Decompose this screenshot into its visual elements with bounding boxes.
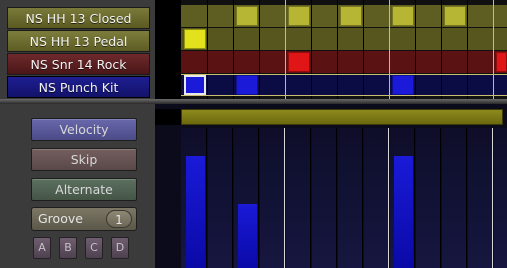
velocity-button[interactable]: Velocity	[31, 118, 137, 141]
velocity-column[interactable]	[338, 128, 363, 268]
velocity-bar[interactable]	[238, 204, 257, 268]
row-hh-pedal	[181, 28, 507, 50]
row-snare	[181, 51, 507, 73]
velocity-column[interactable]	[208, 128, 233, 268]
velocity-editor	[155, 104, 507, 268]
step-cell[interactable]	[236, 6, 258, 26]
step-cell[interactable]	[184, 29, 206, 49]
track-name-hh-pedal[interactable]: NS HH 13 Pedal	[7, 30, 150, 52]
groove-label: Groove	[38, 211, 83, 226]
pattern-c-button[interactable]: C	[85, 237, 103, 259]
velocity-column[interactable]	[442, 128, 467, 268]
velocity-column[interactable]	[364, 128, 389, 268]
step-cell[interactable]	[392, 6, 414, 26]
velocity-column[interactable]	[286, 128, 311, 268]
velocity-column[interactable]	[416, 128, 441, 268]
velocity-column[interactable]	[494, 128, 507, 268]
pattern-a-button[interactable]: A	[33, 237, 51, 259]
step-cell[interactable]	[288, 52, 310, 72]
track-name-punch-kit[interactable]: NS Punch Kit	[7, 76, 150, 98]
step-cell[interactable]	[288, 6, 310, 26]
step-cell[interactable]	[496, 52, 507, 72]
step-grid	[155, 0, 507, 99]
track-panel: NS HH 13 Closed NS HH 13 Pedal NS Snr 14…	[0, 0, 155, 268]
velocity-bar[interactable]	[394, 156, 413, 268]
step-cell[interactable]	[444, 6, 466, 26]
step-cell[interactable]	[340, 6, 362, 26]
velocity-column[interactable]	[260, 128, 285, 268]
alternate-button[interactable]: Alternate	[31, 178, 137, 201]
groove-control: Groove 1	[31, 207, 137, 231]
track-name-snare[interactable]: NS Snr 14 Rock	[7, 53, 150, 75]
track-name-hh-closed[interactable]: NS HH 13 Closed	[7, 7, 150, 29]
velocity-column[interactable]	[312, 128, 337, 268]
groove-value-stepper[interactable]: 1	[106, 210, 132, 228]
velocity-range-bar[interactable]	[181, 109, 503, 125]
skip-button[interactable]: Skip	[31, 148, 137, 171]
velocity-column[interactable]	[468, 128, 493, 268]
velocity-bar[interactable]	[186, 156, 205, 268]
pattern-b-button[interactable]: B	[59, 237, 77, 259]
pattern-d-button[interactable]: D	[111, 237, 129, 259]
